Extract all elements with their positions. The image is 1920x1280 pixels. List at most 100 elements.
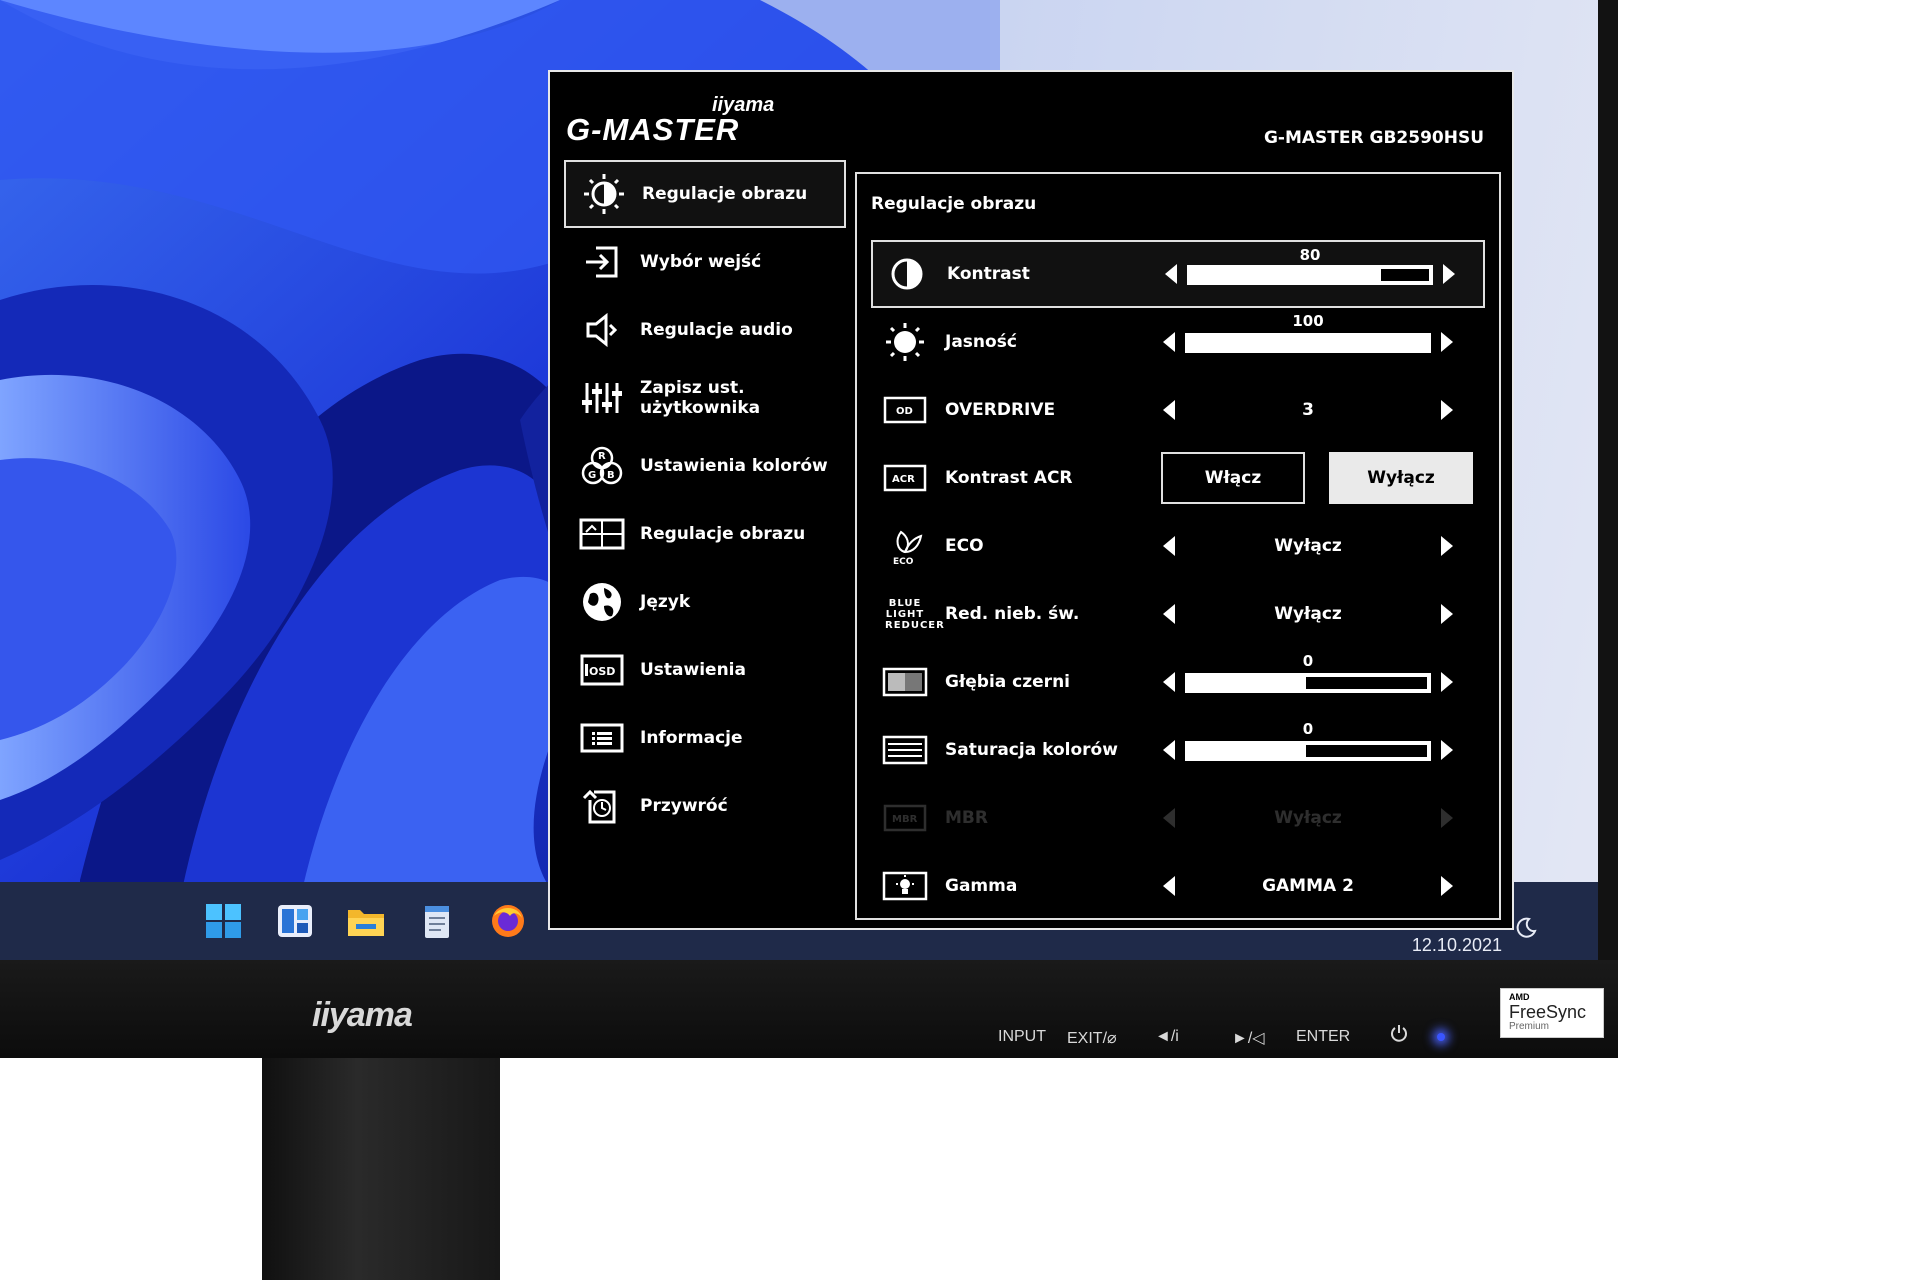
acr-on-button[interactable]: Włącz [1161,452,1305,504]
menu-item-settings[interactable]: OSD Ustawienia [564,636,846,704]
slider-track[interactable] [1185,673,1431,693]
contrast-icon [883,256,931,292]
svg-text:OSD: OSD [589,665,615,678]
acr-toggle[interactable]: Włącz Wyłącz [1161,444,1473,512]
power-led [1437,1033,1445,1041]
osd-icon: OSD [578,650,626,690]
panel-title: Regulacje obrazu [871,194,1037,214]
osd-logo: iiyama G-MASTER [564,86,774,147]
row-brightness[interactable]: Jasność 100 [871,308,1485,376]
bezel-button-right-volume[interactable]: ►/◁ [1232,1028,1265,1048]
row-gamma[interactable]: Gamma GAMMA 2 [871,852,1485,920]
saturation-slider[interactable]: 0 [1163,716,1453,784]
menu-item-label: Regulacje obrazu [640,524,806,544]
menu-item-label: Regulacje audio [640,320,793,340]
picture-adjust-icon [578,514,626,554]
bezel-button-left-info[interactable]: ◄/i [1155,1028,1179,1046]
row-label: OVERDRIVE [945,400,1056,420]
slider-track[interactable] [1187,265,1433,285]
gamma-select[interactable]: GAMMA 2 [1163,852,1453,920]
overdrive-select[interactable]: 3 [1163,376,1453,444]
menu-item-picture-adjust-2[interactable]: Regulacje obrazu [564,500,846,568]
row-label: Jasność [945,332,1017,352]
select-value: Wyłącz [1274,536,1342,556]
freesync-badge: AMD FreeSync Premium [1500,988,1604,1038]
firefox-icon[interactable] [488,902,528,940]
row-overdrive[interactable]: OD OVERDRIVE 3 [871,376,1485,444]
notepad-icon[interactable] [417,902,457,940]
row-saturation[interactable]: Saturacja kolorów 0 [871,716,1485,784]
menu-item-label: Ustawienia kolorów [640,456,828,476]
black-depth-slider[interactable]: 0 [1163,648,1453,716]
osd-brand-big: G-MASTER [566,112,740,147]
decrease-arrow-icon[interactable] [1163,332,1175,352]
menu-item-label: Informacje [640,728,743,748]
menu-item-input-select[interactable]: Wybór wejść [564,228,846,296]
slider-track[interactable] [1185,741,1431,761]
bezel-button-exit[interactable]: EXIT/⌀ [1067,1028,1117,1048]
slider-track[interactable] [1185,333,1431,353]
menu-item-information[interactable]: Informacje [564,704,846,772]
next-arrow-icon [1441,808,1453,828]
menu-item-audio[interactable]: Regulacje audio [564,296,846,364]
saturation-icon [881,732,929,768]
contrast-slider[interactable]: 80 [1165,242,1455,306]
windows-start-icon[interactable] [204,902,244,940]
svg-text:R: R [598,451,606,462]
next-arrow-icon[interactable] [1441,876,1453,896]
clock-date: 12.10.2021 [1411,935,1502,955]
row-label: ECO [945,536,984,556]
bezel-button-enter[interactable]: ENTER [1296,1028,1350,1046]
increase-arrow-icon[interactable] [1441,740,1453,760]
row-eco[interactable]: ECO ECO Wyłącz [871,512,1485,580]
row-acr[interactable]: ACR Kontrast ACR Włącz Wyłącz [871,444,1485,512]
blue-light-select[interactable]: Wyłącz [1163,580,1453,648]
power-icon[interactable] [1390,1024,1408,1047]
decrease-arrow-icon[interactable] [1165,264,1177,284]
row-black-depth[interactable]: Głębia czerni 0 [871,648,1485,716]
monitor-stand [262,1058,500,1280]
row-contrast[interactable]: Kontrast 80 [871,240,1485,308]
next-arrow-icon[interactable] [1441,604,1453,624]
menu-item-color-settings[interactable]: RGB Ustawienia kolorów [564,432,846,500]
select-value: 3 [1302,400,1314,420]
widgets-icon[interactable] [275,902,315,940]
menu-item-language[interactable]: Język [564,568,846,636]
increase-arrow-icon[interactable] [1441,332,1453,352]
row-label: Kontrast ACR [945,468,1073,488]
osd-model: G-MASTER GB2590HSU [1263,128,1484,148]
slider-empty [1306,745,1427,757]
next-arrow-icon[interactable] [1441,536,1453,556]
decrease-arrow-icon[interactable] [1163,740,1175,760]
row-label: Saturacja kolorów [945,740,1118,760]
menu-item-label: Regulacje obrazu [642,184,808,204]
eco-select[interactable]: Wyłącz [1163,512,1453,580]
menu-item-picture-adjust[interactable]: Regulacje obrazu [564,160,846,228]
reset-icon [578,786,626,826]
icon-text: BLUE LIGHT REDUCER [885,597,945,631]
bezel-button-input[interactable]: INPUT [998,1028,1046,1046]
menu-item-save-user-settings[interactable]: Zapisz ust. użytkownika [564,364,846,432]
menu-item-reset[interactable]: Przywróć [564,772,846,840]
next-arrow-icon[interactable] [1441,400,1453,420]
file-explorer-icon[interactable] [346,902,386,940]
slider-value: 100 [1292,312,1324,330]
osd-submenu-panel: Regulacje obrazu Kontrast 80 Jasność 100… [855,172,1501,920]
row-label: MBR [945,808,988,828]
slider-empty [1306,677,1427,689]
row-blue-light[interactable]: BLUE LIGHT REDUCER Red. nieb. św. Wyłącz [871,580,1485,648]
decrease-arrow-icon[interactable] [1163,672,1175,692]
icon-text: ECO [893,557,914,566]
contrast-sun-icon [580,174,628,214]
focus-assist-moon-icon[interactable] [1514,916,1538,940]
acr-off-button[interactable]: Wyłącz [1329,452,1473,504]
brightness-slider[interactable]: 100 [1163,308,1453,376]
row-label: Gamma [945,876,1018,896]
menu-item-label: Zapisz ust. użytkownika [640,378,761,418]
increase-arrow-icon[interactable] [1441,672,1453,692]
menu-item-label: Wybór wejść [640,252,762,272]
menu-item-label: Przywróć [640,796,728,816]
globe-icon [578,582,626,622]
increase-arrow-icon[interactable] [1443,264,1455,284]
eco-leaf-icon: ECO [881,528,929,566]
